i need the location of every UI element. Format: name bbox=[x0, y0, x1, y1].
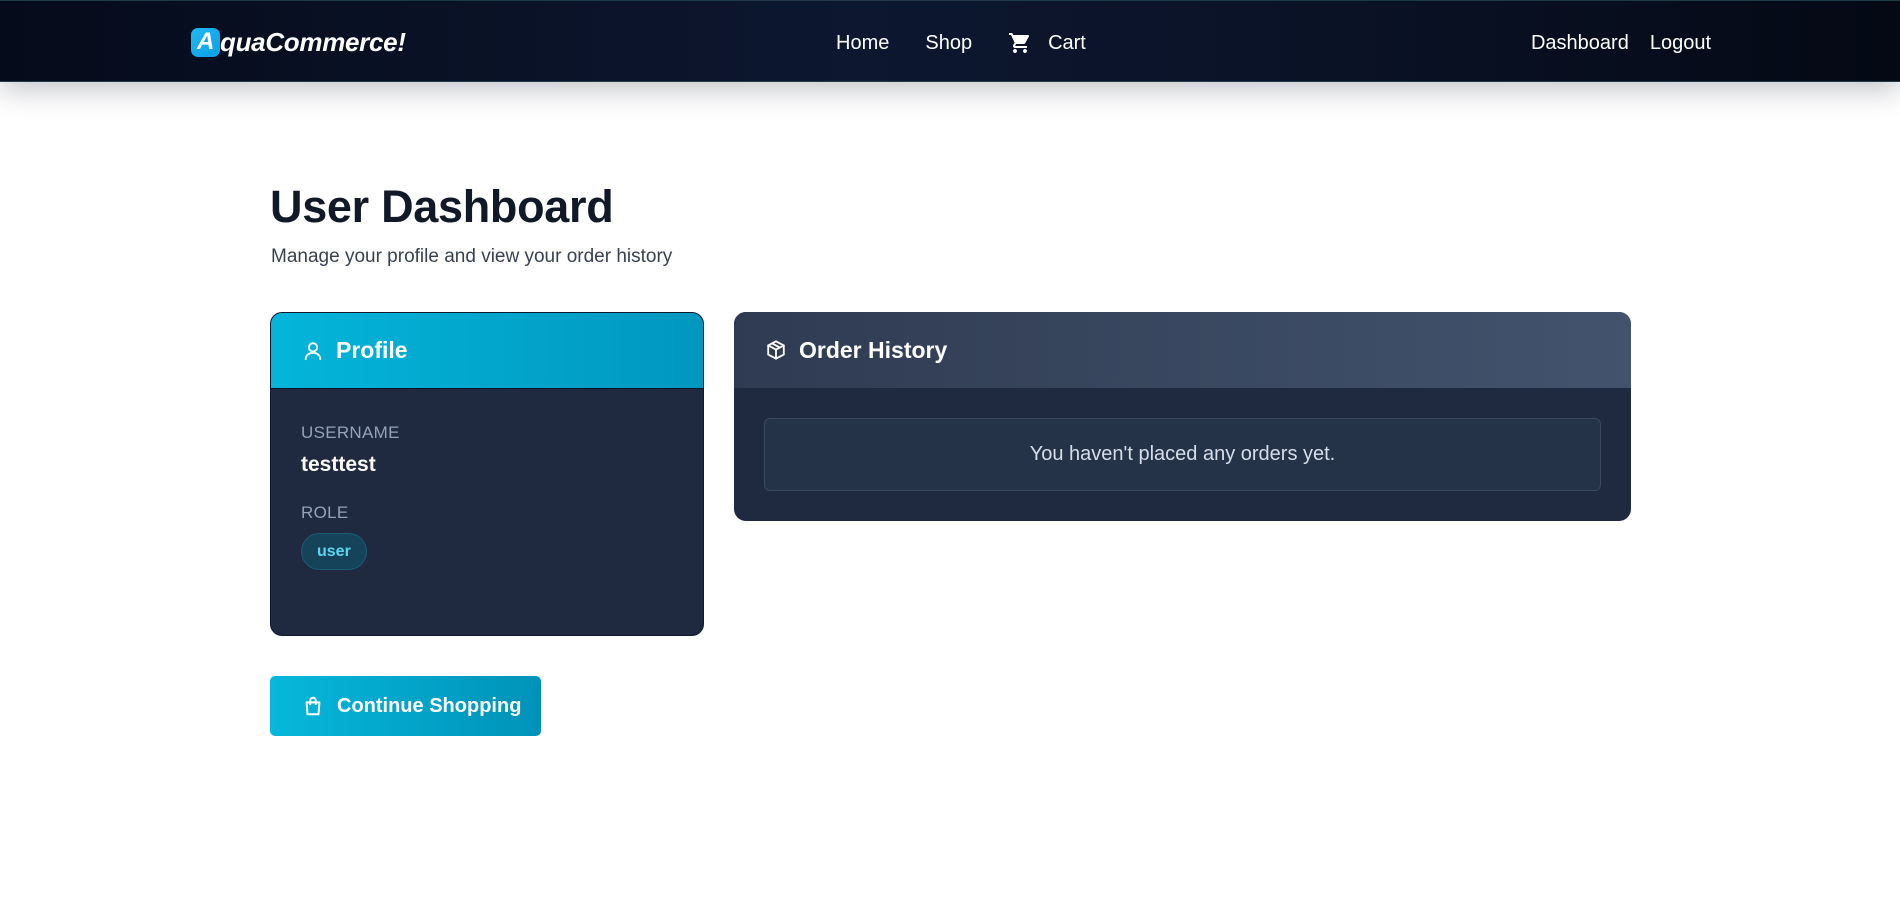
nav-cart-link[interactable]: Cart bbox=[1008, 31, 1086, 55]
username-label: USERNAME bbox=[301, 423, 400, 442]
continue-shopping-label: Continue Shopping bbox=[337, 694, 522, 717]
nav-shop-link[interactable]: Shop bbox=[925, 32, 972, 55]
nav-shop-label: Shop bbox=[925, 31, 973, 54]
nav-logout-label: Logout bbox=[1649, 31, 1711, 54]
role-badge: user bbox=[301, 533, 367, 570]
profile-card-header: Profile bbox=[271, 313, 703, 389]
page-subtitle: Manage your profile and view your order … bbox=[271, 246, 673, 267]
profile-card-body: USERNAME testtest ROLE user bbox=[271, 389, 703, 570]
package-icon bbox=[767, 340, 785, 360]
order-history-header: Order History bbox=[734, 312, 1631, 388]
cart-icon bbox=[1009, 33, 1030, 53]
main-nav: Home Shop Cart bbox=[836, 29, 1086, 57]
profile-card-title: Profile bbox=[336, 337, 408, 363]
nav-home-link[interactable]: Home bbox=[836, 32, 889, 55]
nav-dashboard-label: Dashboard bbox=[1530, 31, 1629, 54]
brand-name: quaCommerce! bbox=[220, 26, 406, 57]
continue-shopping-button[interactable]: Continue Shopping bbox=[270, 676, 541, 736]
nav-cart-label: Cart bbox=[1048, 31, 1086, 54]
user-icon bbox=[304, 341, 322, 360]
page-title: User Dashboard bbox=[270, 181, 614, 232]
brand-badge: A bbox=[191, 27, 220, 57]
order-history-card: Order History You haven't placed any ord… bbox=[734, 312, 1631, 521]
profile-card: Profile USERNAME testtest ROLE user bbox=[270, 312, 704, 636]
nav-home-label: Home bbox=[836, 31, 890, 54]
nav-logout-link[interactable]: Logout bbox=[1650, 32, 1711, 55]
account-nav: Dashboard Logout bbox=[1531, 29, 1711, 57]
top-navbar: A quaCommerce! Home Shop Cart Dashboard … bbox=[0, 0, 1900, 82]
shopping-bag-icon bbox=[305, 696, 321, 716]
nav-dashboard-link[interactable]: Dashboard bbox=[1531, 32, 1629, 55]
order-history-body: You haven't placed any orders yet. bbox=[734, 388, 1631, 491]
brand-logo[interactable]: A quaCommerce! bbox=[191, 26, 406, 58]
empty-orders-message: You haven't placed any orders yet. bbox=[764, 418, 1601, 491]
username-value: testtest bbox=[301, 453, 376, 476]
order-history-title: Order History bbox=[799, 336, 948, 363]
role-label: ROLE bbox=[301, 503, 349, 522]
